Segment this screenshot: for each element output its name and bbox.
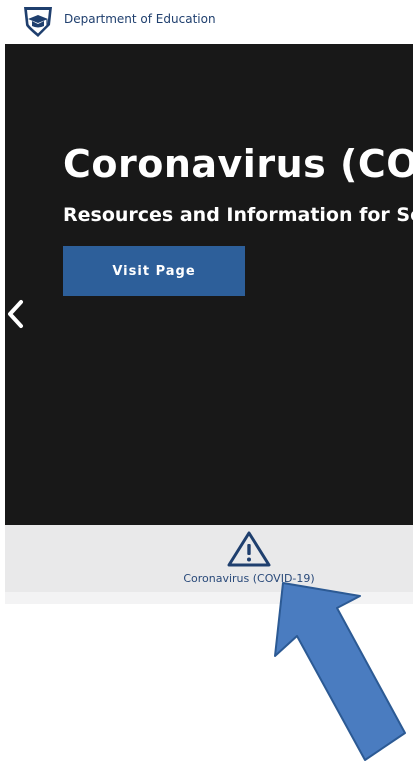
covid-alert-label: Coronavirus (COVID-19) xyxy=(183,572,315,585)
department-logo-icon[interactable] xyxy=(21,3,55,39)
hero-subtitle: Resources and Information for Schools xyxy=(63,204,413,226)
hero-title: Coronavirus (COVID-19) xyxy=(63,142,413,186)
covid-alert-link[interactable]: Coronavirus (COVID-19) xyxy=(5,525,413,592)
hero-banner: Coronavirus (COVID-19) Resources and Inf… xyxy=(5,44,413,525)
site-header: Department of Education xyxy=(5,0,413,44)
chevron-left-icon[interactable] xyxy=(5,296,27,332)
warning-triangle-icon xyxy=(227,531,271,567)
alert-bar-bottom-strip xyxy=(5,592,413,604)
department-name[interactable]: Department of Education xyxy=(64,12,216,26)
annotation-arrow-icon xyxy=(274,582,406,761)
visit-page-button[interactable]: Visit Page xyxy=(63,246,245,296)
